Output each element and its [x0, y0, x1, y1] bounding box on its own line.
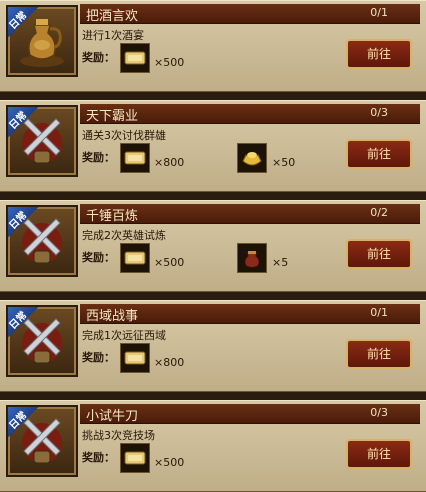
reward-quantity: ×500	[154, 256, 185, 269]
quest-progress: 0/1	[370, 306, 388, 319]
quest-icon-frame: 日常	[6, 5, 78, 77]
quest-title-bar: 天下霸业 0/3	[80, 104, 420, 124]
go-button[interactable]: 前往	[346, 139, 412, 169]
go-button[interactable]: 前往	[346, 339, 412, 369]
reward-label: 奖励：	[82, 251, 115, 264]
quest-icon-frame: 日常	[6, 105, 78, 177]
reward-slot	[237, 143, 267, 173]
quest-description: 完成2次英雄试炼	[82, 229, 166, 242]
quest-list: 日常 把酒言欢 0/1 进行1次酒宴 奖励： ×500 前往 日常 天下霸业 0…	[0, 0, 426, 492]
pouch-icon	[244, 251, 260, 268]
reward-quantity: ×5	[272, 256, 289, 269]
go-button[interactable]: 前往	[346, 439, 412, 469]
daily-badge: 日常	[8, 107, 40, 139]
reward-label: 奖励：	[82, 151, 115, 164]
quest-icon-frame: 日常	[6, 205, 78, 277]
ticket-icon	[124, 51, 146, 65]
ticket-icon	[124, 451, 146, 465]
quest-description: 完成1次远征西域	[82, 329, 166, 342]
daily-badge: 日常	[8, 307, 40, 339]
reward-slot	[120, 143, 150, 173]
reward-quantity: ×500	[154, 56, 185, 69]
go-button[interactable]: 前往	[346, 239, 412, 269]
quest-icon-frame: 日常	[6, 405, 78, 477]
reward-slot	[120, 243, 150, 273]
reward-label: 奖励：	[82, 351, 115, 364]
quest-description: 挑战3次竞技场	[82, 429, 155, 442]
quest-row: 日常 把酒言欢 0/1 进行1次酒宴 奖励： ×500 前往	[0, 0, 426, 92]
quest-progress: 0/1	[370, 6, 388, 19]
ticket-icon	[124, 151, 146, 165]
quest-row: 日常 小试牛刀 0/3 挑战3次竞技场 奖励： ×500 前往	[0, 400, 426, 492]
daily-badge: 日常	[8, 407, 40, 439]
reward-quantity: ×50	[272, 156, 296, 169]
quest-progress: 0/3	[370, 106, 388, 119]
quest-icon-frame: 日常	[6, 305, 78, 377]
go-button[interactable]: 前往	[346, 39, 412, 69]
quest-progress: 0/2	[370, 206, 388, 219]
reward-slot	[120, 343, 150, 373]
reward-quantity: ×500	[154, 456, 185, 469]
quest-title: 小试牛刀	[86, 409, 139, 424]
quest-title-bar: 西域战事 0/1	[80, 304, 420, 324]
quest-title: 把酒言欢	[86, 9, 139, 24]
reward-slot	[237, 243, 267, 273]
quest-title-bar: 千锤百炼 0/2	[80, 204, 420, 224]
reward-slot	[120, 43, 150, 73]
reward-label: 奖励：	[82, 51, 115, 64]
reward-quantity: ×800	[154, 156, 185, 169]
quest-title: 千锤百炼	[86, 209, 139, 224]
reward-slot	[120, 443, 150, 473]
quest-title: 西域战事	[86, 309, 139, 324]
quest-row: 日常 千锤百炼 0/2 完成2次英雄试炼 奖励： ×500 ×5 前往	[0, 200, 426, 292]
reward-label: 奖励：	[82, 451, 115, 464]
quest-title-bar: 把酒言欢 0/1	[80, 4, 420, 24]
quest-title-bar: 小试牛刀 0/3	[80, 404, 420, 424]
quest-progress: 0/3	[370, 406, 388, 419]
daily-badge: 日常	[8, 7, 40, 39]
daily-badge: 日常	[8, 207, 40, 239]
quest-description: 进行1次酒宴	[82, 29, 144, 42]
reward-quantity: ×800	[154, 356, 185, 369]
ticket-icon	[124, 351, 146, 365]
quest-description: 通关3次讨伐群雄	[82, 129, 166, 142]
gold-ingot-icon	[242, 152, 262, 166]
ticket-icon	[124, 251, 146, 265]
quest-title: 天下霸业	[86, 109, 139, 124]
quest-row: 日常 天下霸业 0/3 通关3次讨伐群雄 奖励： ×800 ×50 前往	[0, 100, 426, 192]
quest-row: 日常 西域战事 0/1 完成1次远征西域 奖励： ×800 前往	[0, 300, 426, 392]
